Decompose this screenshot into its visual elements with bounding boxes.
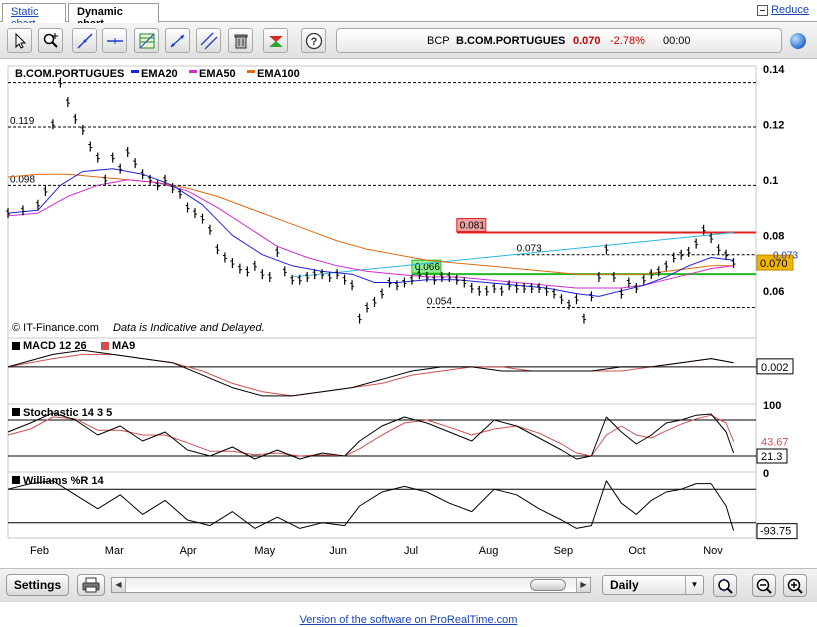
trend-line-icon — [76, 32, 93, 49]
x-tick-label: Jul — [404, 545, 418, 557]
legend-williams-swatch — [12, 476, 20, 484]
parallel-lines-button[interactable] — [196, 28, 221, 53]
tab-dynamic-chart[interactable]: Dynamic chart — [68, 3, 159, 30]
period-select[interactable]: Daily ▼ — [602, 575, 704, 595]
quote-price: 0.070 — [573, 35, 601, 47]
period-value: Daily — [610, 578, 639, 592]
pointer-icon — [15, 32, 26, 49]
williams-value-label: -93.75 — [760, 526, 791, 538]
legend-williams: Williams %R 14 — [23, 475, 104, 487]
prorealtime-link[interactable]: Version of the software on ProRealTime.c… — [0, 614, 817, 626]
x-tick-label: Jun — [329, 545, 347, 557]
reduce-label: Reduce — [771, 4, 809, 16]
help-icon: ? — [305, 32, 322, 49]
resistance-label: 0.081 — [460, 221, 485, 232]
level-label: 0.054 — [427, 296, 452, 307]
parallel-lines-icon — [200, 32, 217, 49]
level-label: 0.119 — [10, 116, 35, 127]
fibonacci-button[interactable] — [134, 28, 159, 53]
quote-name: B.COM.PORTUGUES — [456, 35, 566, 47]
legend-price: B.COM.PORTUGUES — [15, 68, 124, 80]
legend-ma9-swatch — [101, 342, 109, 350]
x-tick-label: Nov — [703, 545, 723, 557]
y-tick-label: 0.06 — [763, 286, 784, 298]
x-tick-label: Oct — [628, 545, 645, 557]
y-tick-label: 0.08 — [763, 230, 784, 242]
legend-macd: MACD 12 26 — [23, 340, 87, 352]
zoom-crosshair-button[interactable] — [38, 28, 63, 53]
horizontal-line-button[interactable] — [102, 28, 127, 53]
legend-ma9: MA9 — [112, 340, 135, 352]
zoom-in-icon — [787, 578, 803, 594]
x-tick-label: Mar — [105, 545, 124, 557]
delete-button[interactable] — [228, 28, 253, 53]
time-scrollbar[interactable]: ◀ ▶ — [111, 577, 591, 593]
color-button[interactable] — [263, 28, 288, 53]
x-tick-label: May — [254, 545, 275, 557]
x-tick-label: Sep — [554, 545, 574, 557]
legend-ema50: EMA50 — [199, 68, 236, 80]
legend-ema50-swatch — [189, 70, 197, 73]
trash-icon — [234, 34, 247, 48]
zoom-crosshair-icon — [43, 32, 58, 48]
zoom-out-button[interactable] — [752, 574, 776, 597]
x-tick-label: Feb — [30, 545, 49, 557]
svg-text:?: ? — [310, 36, 317, 48]
trend-line-button[interactable] — [72, 28, 97, 53]
legend-ema100-swatch — [247, 70, 255, 73]
quote-ticker: BCP — [427, 35, 450, 47]
horizontal-line-icon — [106, 37, 123, 44]
legend-ema100: EMA100 — [257, 68, 300, 80]
bottom-bar: Settings ◀ ▶ Daily ▼ — [0, 568, 817, 602]
stoch-d-value: 21.3 — [761, 451, 782, 463]
williams-0-label: 0 — [763, 468, 769, 480]
help-button[interactable]: ? — [301, 28, 326, 53]
zoom-fit-button[interactable] — [713, 574, 737, 597]
scroll-right-icon[interactable]: ▶ — [576, 578, 590, 592]
y-tick-label: 0.1 — [763, 175, 778, 187]
reduce-link[interactable]: Reduce — [757, 4, 809, 16]
chart-tabs: Static chart Dynamic chart Reduce — [0, 0, 817, 30]
stoch-100-label: 100 — [763, 400, 781, 412]
channel-icon — [170, 34, 184, 47]
chevron-down-icon: ▼ — [685, 576, 703, 594]
quote-box: BCP B.COM.PORTUGUES 0.070 -2.78% 00:00 — [336, 28, 782, 53]
globe-icon[interactable] — [790, 33, 806, 49]
printer-icon — [82, 577, 100, 593]
stochastic-panel — [7, 403, 757, 473]
channel-button[interactable] — [165, 28, 190, 53]
disclaimer-text: Data is Indicative and Delayed. — [113, 322, 265, 334]
zoom-out-icon — [756, 578, 772, 594]
copyright-text: © IT-Finance.com — [12, 322, 99, 334]
quote-time: 00:00 — [663, 35, 691, 47]
williams-panel — [7, 471, 757, 539]
tab-static-chart[interactable]: Static chart — [2, 3, 66, 30]
scroll-thumb[interactable] — [530, 579, 566, 591]
macd-value-label: 0.002 — [761, 362, 789, 374]
chart-area[interactable]: 0.1190.0980.0810.0730.0660.054 0.002 100… — [0, 60, 817, 568]
toolbar: ? BCP B.COM.PORTUGUES 0.070 -2.78% 00:00 — [0, 23, 817, 59]
print-button[interactable] — [77, 574, 105, 596]
last-ema-label: 0.073 — [773, 251, 798, 262]
x-tick-label: Aug — [479, 545, 499, 557]
legend-macd-swatch — [12, 342, 20, 350]
zoom-in-button[interactable] — [783, 574, 807, 597]
stoch-k-value: 43.67 — [761, 437, 789, 449]
settings-button[interactable]: Settings — [6, 574, 69, 596]
legend-stochastic: Stochastic 14 3 5 — [23, 407, 112, 419]
zoom-fit-icon — [718, 577, 733, 594]
fibonacci-icon — [139, 33, 154, 48]
scroll-left-icon[interactable]: ◀ — [112, 578, 126, 592]
color-icon — [268, 35, 283, 47]
pointer-button[interactable] — [7, 28, 32, 53]
quote-change: -2.78% — [610, 35, 645, 47]
y-tick-label: 0.12 — [763, 119, 784, 131]
legend-ema20-swatch — [131, 70, 139, 73]
y-tick-label: 0.14 — [763, 64, 785, 76]
legend-stoch-swatch — [12, 408, 20, 416]
x-tick-label: Apr — [180, 545, 197, 557]
minimize-icon — [757, 4, 769, 16]
legend-ema20: EMA20 — [141, 68, 178, 80]
